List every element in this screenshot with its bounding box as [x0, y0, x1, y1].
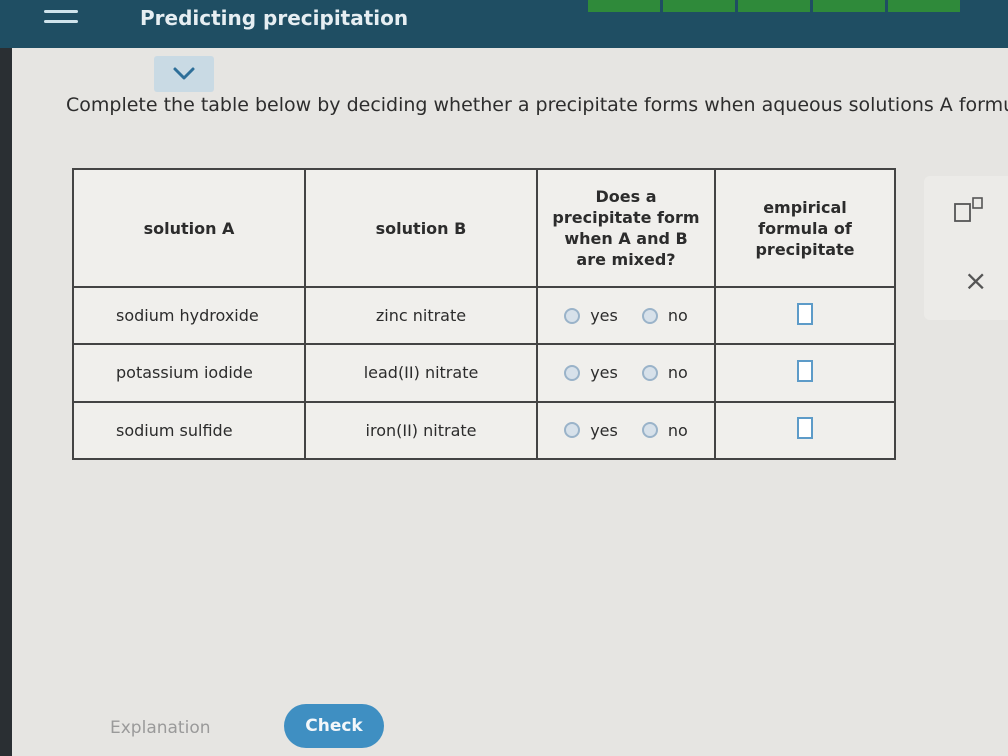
formula-input[interactable]	[797, 417, 813, 440]
header-line: empirical	[763, 197, 847, 217]
precipitate-radio-group: yes no	[538, 306, 714, 325]
menu-line	[44, 10, 78, 13]
precipitate-radio-group: yes no	[538, 421, 714, 440]
topic-title: Predicting precipitation	[140, 6, 409, 30]
table-header-row: solution A solution B Does a precipitate…	[72, 168, 896, 288]
header-solution-b: solution B	[304, 168, 538, 288]
table-row: potassium iodide lead(II) nitrate yes no	[72, 343, 896, 403]
no-label: no	[667, 420, 688, 440]
header-line: Does a	[595, 187, 657, 206]
precipitate-radio-group: yes no	[538, 363, 714, 382]
formula-input[interactable]	[797, 359, 813, 382]
progress-segment	[738, 0, 810, 12]
header-solution-a: solution A	[72, 168, 306, 288]
yes-label: yes	[590, 306, 618, 326]
progress-segment	[663, 0, 735, 12]
header-precipitate-forms: Does a precipitate form when A and B are…	[536, 168, 716, 288]
solution-b-cell: lead(II) nitrate	[304, 343, 538, 403]
yes-radio[interactable]: yes	[564, 306, 618, 325]
no-label: no	[667, 306, 688, 326]
precipitate-choice-cell: yes no	[536, 285, 716, 346]
formula-input[interactable]	[797, 302, 813, 325]
superscript-button[interactable]	[952, 196, 986, 224]
formula-cell	[714, 400, 896, 461]
problem-page: Complete the table below by deciding whe…	[12, 48, 1008, 756]
radio-circle-icon	[564, 364, 581, 381]
check-button[interactable]: Check	[284, 704, 384, 748]
header-line: are mixed?	[576, 250, 676, 269]
radio-circle-icon	[641, 307, 658, 324]
header-empirical-formula: empirical formula of precipitate	[714, 168, 896, 288]
progress-segment	[813, 0, 885, 12]
solution-a-cell: sodium hydroxide	[72, 285, 306, 346]
yes-radio[interactable]: yes	[564, 421, 618, 440]
superscript-box-icon	[954, 197, 983, 222]
instructions-text: Complete the table below by deciding whe…	[66, 94, 1008, 116]
menu-icon[interactable]	[38, 6, 84, 38]
explanation-link[interactable]: Explanation	[110, 718, 211, 738]
formula-cell	[714, 285, 896, 346]
math-tools-panel: ×	[924, 176, 1008, 320]
table-row: sodium hydroxide zinc nitrate yes no	[72, 285, 896, 346]
clear-button[interactable]: ×	[964, 264, 987, 297]
no-radio[interactable]: no	[641, 363, 688, 383]
yes-radio[interactable]: yes	[564, 363, 618, 382]
header-line: formula of	[758, 218, 852, 238]
radio-circle-icon	[641, 422, 658, 439]
solution-a-cell: potassium iodide	[72, 343, 306, 403]
menu-line	[44, 20, 78, 23]
header-line: when A and B	[564, 229, 688, 248]
no-label: no	[667, 363, 688, 383]
progress-segment	[588, 0, 660, 12]
table-row: sodium sulfide iron(II) nitrate yes no	[72, 400, 896, 461]
chevron-down-icon	[173, 67, 195, 80]
solution-b-cell: iron(II) nitrate	[304, 400, 538, 461]
solution-a-cell: sodium sulfide	[72, 400, 306, 461]
collapse-button[interactable]	[154, 56, 214, 92]
radio-circle-icon	[564, 307, 581, 324]
header-line: precipitate	[755, 239, 855, 259]
formula-cell	[714, 343, 896, 403]
no-radio[interactable]: no	[641, 306, 688, 326]
radio-circle-icon	[641, 364, 658, 381]
progress-bar	[588, 0, 960, 12]
precipitation-table: solution A solution B Does a precipitate…	[72, 168, 896, 461]
header-line: precipitate form	[552, 208, 700, 227]
progress-segment	[888, 0, 960, 12]
yes-label: yes	[590, 363, 618, 383]
no-radio[interactable]: no	[641, 420, 688, 440]
solution-b-cell: zinc nitrate	[304, 285, 538, 346]
radio-circle-icon	[564, 422, 581, 439]
precipitate-choice-cell: yes no	[536, 400, 716, 461]
precipitate-choice-cell: yes no	[536, 343, 716, 403]
top-bar: Predicting precipitation	[0, 0, 1008, 48]
yes-label: yes	[590, 420, 618, 440]
